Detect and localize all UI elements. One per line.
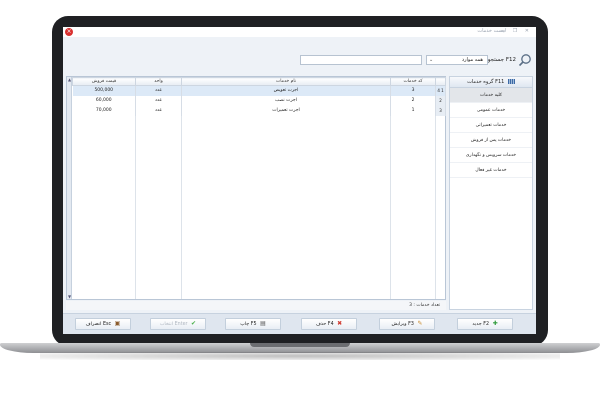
cell-code: 3 [390, 85, 436, 96]
button-bar: جدید F2 ✚ ویرایش F3 ✎ حذف F4 ✖ چاپ F5 ▤ … [63, 313, 536, 334]
print-button-label: چاپ F5 [240, 322, 257, 327]
side-item-repair[interactable]: خدمات تعمیراتی [450, 118, 532, 133]
cell-name: اجرت تعمیرات [181, 105, 391, 116]
cancel-button[interactable]: انصراف Esc ▣ [75, 318, 131, 330]
col-header-price[interactable]: قیمت فروش [72, 77, 136, 86]
cross-icon: ✖ [337, 319, 343, 327]
main-area: جستجو F12 ⌄ همه موارد ▲ ▼ قیمت فروش واحد… [63, 37, 536, 334]
grid-icon [507, 79, 515, 84]
printer-icon: ▤ [260, 319, 266, 327]
table-row[interactable]: 70,000 عدد اجرت تعمیرات 1 3 [72, 105, 446, 116]
col-header-unit[interactable]: واحد [135, 77, 182, 86]
row-indicator: 3 [435, 105, 446, 116]
side-item-maintenance[interactable]: خدمات سرویس و نگهداری [450, 148, 532, 163]
laptop-notch [250, 343, 350, 347]
side-item-inactive[interactable]: خدمات غیر فعال [450, 163, 532, 178]
record-count: تعداد خدمات : 3 [66, 301, 446, 310]
cell-unit: عدد [135, 85, 182, 96]
row-indicator: 2 [435, 95, 446, 106]
edit-button[interactable]: ویرایش F3 ✎ [379, 318, 435, 330]
column-lines [72, 85, 445, 299]
new-button-label: جدید F2 [472, 322, 490, 327]
scroll-down-icon[interactable]: ▼ [67, 294, 72, 299]
pencil-icon: ✎ [417, 319, 423, 327]
select-button[interactable]: انتخاب Enter ✔ [150, 318, 206, 330]
services-table: قیمت فروش واحد نام خدمات کد خدمات 500,00… [72, 77, 446, 116]
side-item-all[interactable]: کلیه خدمات [450, 88, 532, 103]
title-bar: × لیست خدمات — ❐ ✕ [63, 27, 536, 37]
select-button-label: انتخاب Enter [159, 322, 188, 327]
laptop-shadow [40, 352, 560, 360]
side-panel-title: گروه خدمات F11 [467, 79, 505, 85]
delete-button[interactable]: حذف F4 ✖ [301, 318, 357, 330]
side-panel-header[interactable]: گروه خدمات F11 [450, 77, 532, 88]
filter-value: همه موارد [461, 57, 483, 63]
cell-unit: عدد [135, 95, 182, 106]
cell-code: 2 [390, 95, 436, 106]
search-label: جستجو F12 [487, 57, 516, 63]
cancel-button-label: انصراف Esc [85, 322, 112, 327]
check-icon: ✔ [191, 319, 197, 327]
search-row: جستجو F12 ⌄ همه موارد [63, 51, 536, 71]
side-item-general[interactable]: خدمات عمومی [450, 103, 532, 118]
table-row[interactable]: 60,000 عدد اجرت نصب 2 2 [72, 95, 446, 106]
table-row[interactable]: 500,000 عدد اجرت تعویض 3 4 1 [72, 85, 446, 96]
print-button[interactable]: چاپ F5 ▤ [225, 318, 281, 330]
col-header-indicator [435, 77, 446, 86]
cell-code: 1 [390, 105, 436, 116]
app-window: × لیست خدمات — ❐ ✕ جستجو F12 ⌄ همه موارد… [63, 27, 536, 334]
col-header-code[interactable]: کد خدمات [390, 77, 436, 86]
cell-unit: عدد [135, 105, 182, 116]
search-icon[interactable] [518, 53, 532, 67]
cell-name: اجرت تعویض [181, 85, 391, 96]
service-groups-panel: گروه خدمات F11 کلیه خدمات خدمات عمومی خد… [449, 76, 533, 310]
table-header: قیمت فروش واحد نام خدمات کد خدمات [72, 77, 446, 86]
chevron-down-icon: ⌄ [429, 57, 434, 63]
cell-price: 60,000 [72, 95, 136, 106]
new-button[interactable]: جدید F2 ✚ [457, 318, 513, 330]
filter-select[interactable]: ⌄ همه موارد [426, 55, 488, 65]
window-controls[interactable]: — ❐ ✕ [500, 28, 532, 34]
delete-button-label: حذف F4 [315, 322, 334, 327]
services-grid[interactable]: ▲ ▼ قیمت فروش واحد نام خدمات کد خدمات 50… [66, 76, 446, 300]
cell-price: 70,000 [72, 105, 136, 116]
col-header-name[interactable]: نام خدمات [181, 77, 391, 86]
search-input[interactable] [300, 55, 422, 65]
cell-name: اجرت نصب [181, 95, 391, 106]
plus-icon: ✚ [492, 319, 498, 327]
exit-icon: ▣ [114, 319, 121, 327]
side-item-after-sales[interactable]: خدمات پس از فروش [450, 133, 532, 148]
row-indicator: 4 1 [435, 85, 446, 96]
edit-button-label: ویرایش F3 [391, 322, 414, 327]
cell-price: 500,000 [72, 85, 136, 96]
close-icon[interactable]: × [65, 28, 73, 36]
